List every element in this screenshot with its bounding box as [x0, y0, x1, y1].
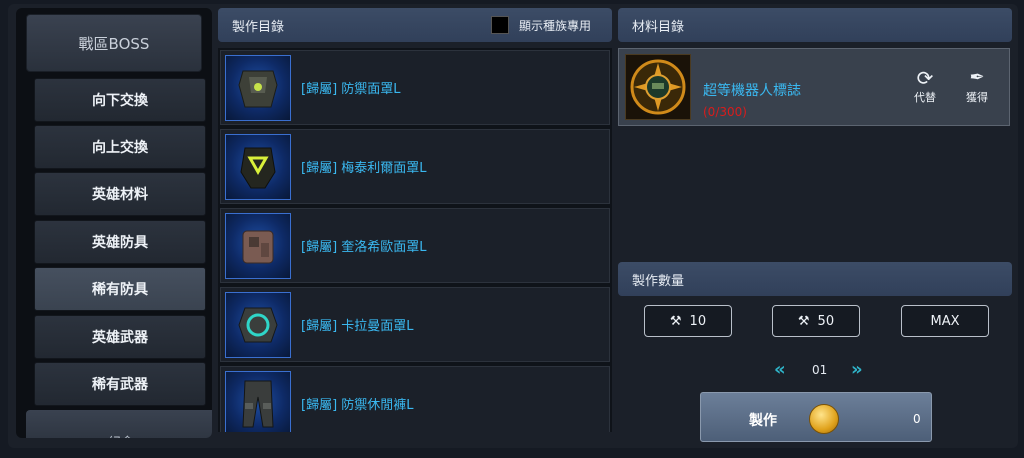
obtain-label: 獲得	[966, 91, 988, 104]
craft-row[interactable]: [歸屬] 梅泰利爾面罩L	[220, 129, 610, 204]
menu-header-warzone-boss[interactable]: 戰區BOSS	[26, 14, 202, 72]
race-only-label: 顯示種族專用	[519, 19, 592, 33]
menu-item-partial[interactable]: 紀念	[26, 410, 212, 438]
armor-mask-icon	[225, 133, 291, 200]
menu-item-trade-down[interactable]: 向下交換	[34, 78, 206, 122]
craft-row[interactable]: [歸屬] 防禦面罩L	[220, 50, 610, 125]
craft-item-name: [歸屬] 防禦休閒褲L	[301, 398, 414, 413]
anvil-icon: ⚒	[669, 313, 682, 329]
craft-row[interactable]: [歸屬] 奎洛希歐面罩L	[220, 208, 610, 283]
material-row[interactable]: 超等機器人標誌 (0/300) ⟳ 代替 ✒ 獲得	[618, 48, 1010, 126]
quantity-max-label: MAX	[930, 313, 960, 329]
replace-label: 代替	[914, 91, 936, 104]
obtain-button[interactable]: ✒ 獲得	[957, 67, 997, 115]
armor-mask-icon	[225, 212, 291, 279]
armor-pants-icon	[225, 370, 291, 432]
menu-item-rare-armor[interactable]: 稀有防具	[34, 267, 206, 311]
quantity-10-button[interactable]: ⚒ 10	[644, 305, 732, 337]
coin-icon	[809, 404, 839, 434]
robot-emblem-icon	[625, 54, 691, 120]
quantity-50-label: 50	[817, 313, 835, 329]
menu-item-hero-armor[interactable]: 英雄防具	[34, 220, 206, 264]
category-menu: 戰區BOSS 向下交換 向上交換 英雄材料 英雄防具 稀有防具 英雄武器 稀有武…	[16, 8, 212, 438]
materials-header: 材料目錄	[618, 8, 1012, 42]
menu-item-trade-up[interactable]: 向上交換	[34, 125, 206, 169]
craft-row[interactable]: [歸屬] 卡拉曼面罩L	[220, 287, 610, 362]
armor-mask-icon	[225, 54, 291, 121]
craft-item-name: [歸屬] 梅泰利爾面罩L	[301, 161, 427, 176]
refresh-icon: ⟳	[916, 66, 934, 90]
quantity-50-button[interactable]: ⚒ 50	[772, 305, 860, 337]
craft-button-label: 製作	[749, 413, 777, 429]
craft-row[interactable]: [歸屬] 防禦休閒褲L	[220, 366, 610, 432]
quantity-10-label: 10	[689, 313, 707, 329]
quantity-title: 製作數量	[632, 273, 685, 289]
menu-item-hero-weapons[interactable]: 英雄武器	[34, 315, 206, 359]
craft-list-title: 製作目錄	[232, 19, 285, 35]
anvil-icon: ⚒	[797, 313, 810, 329]
craft-cost: 0	[913, 412, 921, 426]
material-name: 超等機器人標誌	[703, 83, 801, 99]
craft-list: [歸屬] 防禦面罩L [歸屬] 梅泰利爾面罩L [歸屬] 奎洛希歐面罩L [歸屬…	[218, 48, 612, 432]
craft-item-name: [歸屬] 奎洛希歐面罩L	[301, 240, 427, 255]
quantity-header: 製作數量	[618, 262, 1012, 296]
replace-button[interactable]: ⟳ 代替	[905, 67, 945, 115]
materials-title: 材料目錄	[632, 19, 685, 35]
craft-button[interactable]: 製作 0	[700, 392, 932, 442]
quantity-page: 01	[812, 363, 828, 377]
armor-mask-icon	[225, 291, 291, 358]
material-count: (0/300)	[703, 105, 747, 119]
quantity-max-button[interactable]: MAX	[901, 305, 989, 337]
craft-item-name: [歸屬] 防禦面罩L	[301, 82, 401, 97]
quill-icon: ✒	[969, 67, 985, 88]
next-page-icon[interactable]: »	[851, 359, 863, 380]
prev-page-icon[interactable]: «	[774, 359, 786, 380]
menu-item-hero-materials[interactable]: 英雄材料	[34, 172, 206, 216]
menu-item-rare-weapons[interactable]: 稀有武器	[34, 362, 206, 406]
craft-item-name: [歸屬] 卡拉曼面罩L	[301, 319, 414, 334]
race-only-checkbox[interactable]	[491, 16, 509, 34]
